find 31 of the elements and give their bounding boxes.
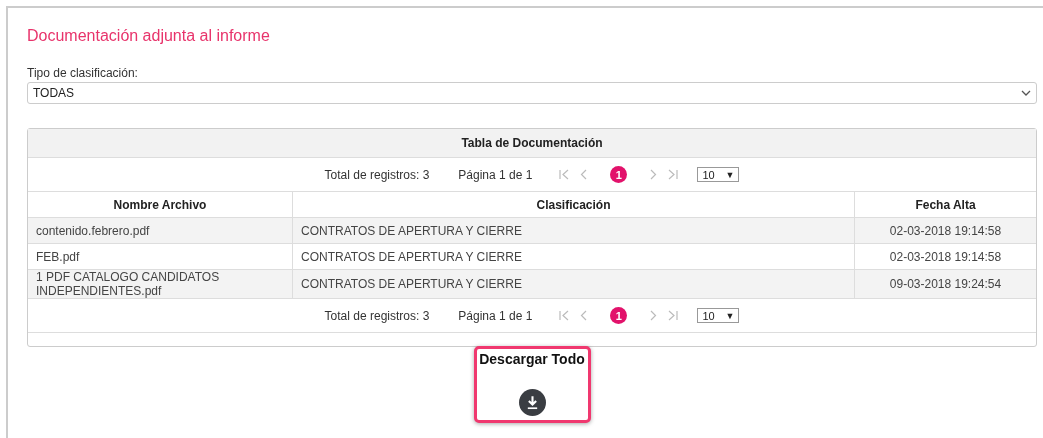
table-cell: 02-03-2018 19:14:58 bbox=[854, 243, 1036, 270]
table-cell: CONTRATOS DE APERTURA Y CIERRE bbox=[292, 243, 855, 270]
last-page-icon[interactable] bbox=[667, 168, 680, 181]
record-count: Total de registros: 3 bbox=[324, 167, 430, 182]
page-button[interactable]: 1 bbox=[610, 307, 628, 324]
last-page-icon[interactable] bbox=[667, 309, 680, 322]
table-cell: contenido.febrero.pdf bbox=[28, 217, 293, 244]
page-size-select[interactable]: 10 ▼ bbox=[697, 308, 740, 323]
first-page-icon[interactable] bbox=[558, 309, 571, 322]
classification-select[interactable]: TODAS bbox=[27, 82, 1037, 104]
chevron-down-icon bbox=[1021, 90, 1031, 96]
download-all-button[interactable]: Descargar Todo bbox=[473, 346, 591, 423]
download-icon bbox=[518, 389, 546, 416]
table-cell: FEB.pdf bbox=[28, 243, 293, 270]
page-button[interactable]: 1 bbox=[610, 166, 628, 183]
table-cell: CONTRATOS DE APERTURA Y CIERRE bbox=[292, 269, 855, 299]
record-count: Total de registros: 3 bbox=[324, 308, 430, 323]
page-info: Página 1 de 1 bbox=[458, 308, 533, 323]
field-label: Tipo de clasificación: bbox=[27, 66, 138, 80]
page-info: Página 1 de 1 bbox=[458, 167, 533, 182]
table-cell: 02-03-2018 19:14:58 bbox=[854, 217, 1036, 244]
column-header: Clasificación bbox=[292, 192, 855, 218]
column-header: Fecha Alta bbox=[854, 192, 1036, 218]
table-cell: CONTRATOS DE APERTURA Y CIERRE bbox=[292, 217, 855, 244]
table-caption: Tabla de Documentación bbox=[461, 136, 603, 150]
page-size-select[interactable]: 10 ▼ bbox=[697, 167, 740, 182]
first-page-icon[interactable] bbox=[558, 168, 571, 181]
table-cell: 1 PDF CATALOGO CANDIDATOS INDEPENDIENTES.pdf bbox=[28, 269, 293, 299]
table-cell: 09-03-2018 19:24:54 bbox=[854, 269, 1036, 299]
section-title: Documentación adjunta al informe bbox=[27, 27, 270, 45]
column-header: Nombre Archivo bbox=[28, 192, 293, 218]
